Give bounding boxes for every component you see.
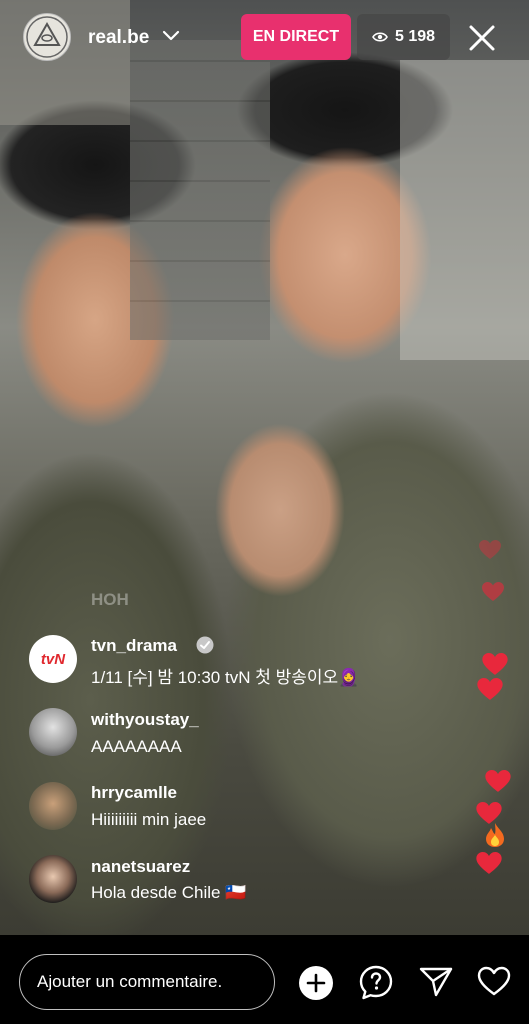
comment-text: Hola desde Chile 🇨🇱 <box>91 883 247 902</box>
top-bar: real.be EN DIRECT 5 198 <box>0 0 529 80</box>
comment-text: 1/11 [수] 밤 10:30 tvN 첫 방송이오🧕 <box>91 668 360 687</box>
bottom-bar: Ajouter un commentaire. <box>0 935 529 1024</box>
faded-comment: HOH <box>91 590 129 609</box>
verified-icon <box>196 636 214 654</box>
comment-avatar[interactable] <box>29 708 77 756</box>
send-icon[interactable] <box>419 966 453 998</box>
comment-avatar[interactable]: tvN <box>29 635 77 683</box>
comment-username[interactable]: withyoustay_ <box>91 710 199 730</box>
host-avatar[interactable] <box>23 13 71 61</box>
heart-icon <box>476 852 502 874</box>
comment-username[interactable]: nanetsuarez <box>91 857 190 877</box>
question-icon[interactable] <box>359 965 393 1001</box>
comment-input[interactable]: Ajouter un commentaire. <box>19 954 275 1010</box>
heart-icon <box>482 582 504 601</box>
heart-icon[interactable] <box>477 966 511 996</box>
live-video[interactable] <box>0 0 529 935</box>
eye-icon <box>372 32 388 42</box>
tvn-logo: tvN <box>40 650 66 668</box>
close-icon[interactable] <box>464 20 500 56</box>
heart-icon <box>477 678 503 700</box>
background-wall <box>130 40 270 340</box>
plus-icon <box>306 973 326 993</box>
comment-avatar[interactable] <box>29 855 77 903</box>
fire-icon <box>486 823 504 847</box>
viewer-count-value: 5 198 <box>394 28 436 45</box>
comment-username[interactable]: tvn_drama <box>91 636 177 656</box>
viewer-count[interactable]: 5 198 <box>357 14 450 60</box>
comment-avatar[interactable] <box>29 782 77 830</box>
add-button[interactable] <box>299 966 333 1000</box>
comment-username[interactable]: hrrycamlle <box>91 783 177 803</box>
chevron-down-icon[interactable] <box>162 29 180 43</box>
logo-icon <box>26 16 68 58</box>
live-badge: EN DIRECT <box>241 14 351 60</box>
comment-text: AAAAAAAA <box>91 737 182 756</box>
comment-text: Hiiiiiiiii min jaee <box>91 810 207 829</box>
heart-icon <box>479 540 501 559</box>
heart-icon <box>485 770 511 792</box>
heart-icon <box>482 653 508 675</box>
host-username[interactable]: real.be <box>88 27 149 49</box>
background-wall-right <box>400 60 529 360</box>
